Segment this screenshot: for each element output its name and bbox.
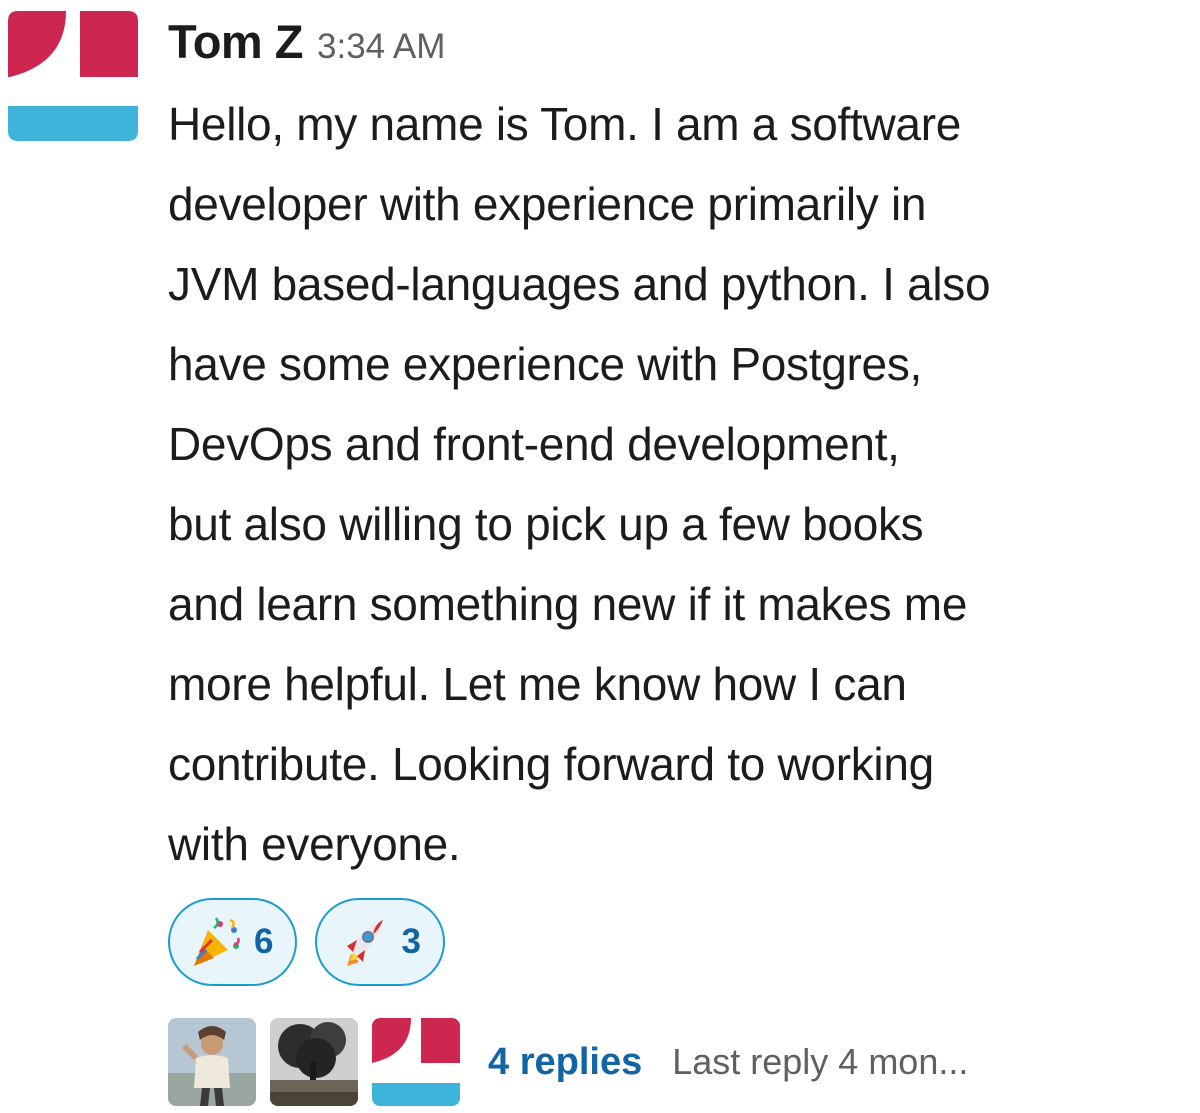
message-body: Hello, my name is Tom. I am a software d…: [168, 98, 991, 870]
message-header: Tom Z 3:34 AM: [168, 0, 1178, 92]
reaction-party-popper[interactable]: 6: [168, 898, 298, 986]
reply-avatar-3[interactable]: [372, 1018, 460, 1106]
reaction-count: 6: [254, 922, 274, 961]
message-content: Tom Z 3:34 AM Hello, my name is Tom. I a…: [168, 0, 1178, 1106]
reply-avatar-2[interactable]: [270, 1018, 358, 1106]
sender-avatar[interactable]: [8, 11, 138, 141]
rocket-icon: [347, 920, 384, 966]
message-timestamp[interactable]: 3:34 AM: [317, 27, 445, 67]
party-popper-icon: [194, 917, 240, 966]
message-container: Tom Z 3:34 AM Hello, my name is Tom. I a…: [0, 0, 1200, 1113]
sender-name[interactable]: Tom Z: [168, 14, 304, 69]
reaction-rocket[interactable]: 3: [315, 898, 445, 986]
reactions-bar: 6 3: [168, 898, 445, 986]
reaction-count: 3: [401, 922, 421, 961]
reply-avatar-1[interactable]: [168, 1018, 256, 1106]
thread-summary[interactable]: 4 replies Last reply 4 mon...: [168, 1018, 968, 1106]
last-reply-text: Last reply 4 mon...: [672, 1041, 969, 1082]
replies-link[interactable]: 4 replies: [488, 1041, 642, 1084]
